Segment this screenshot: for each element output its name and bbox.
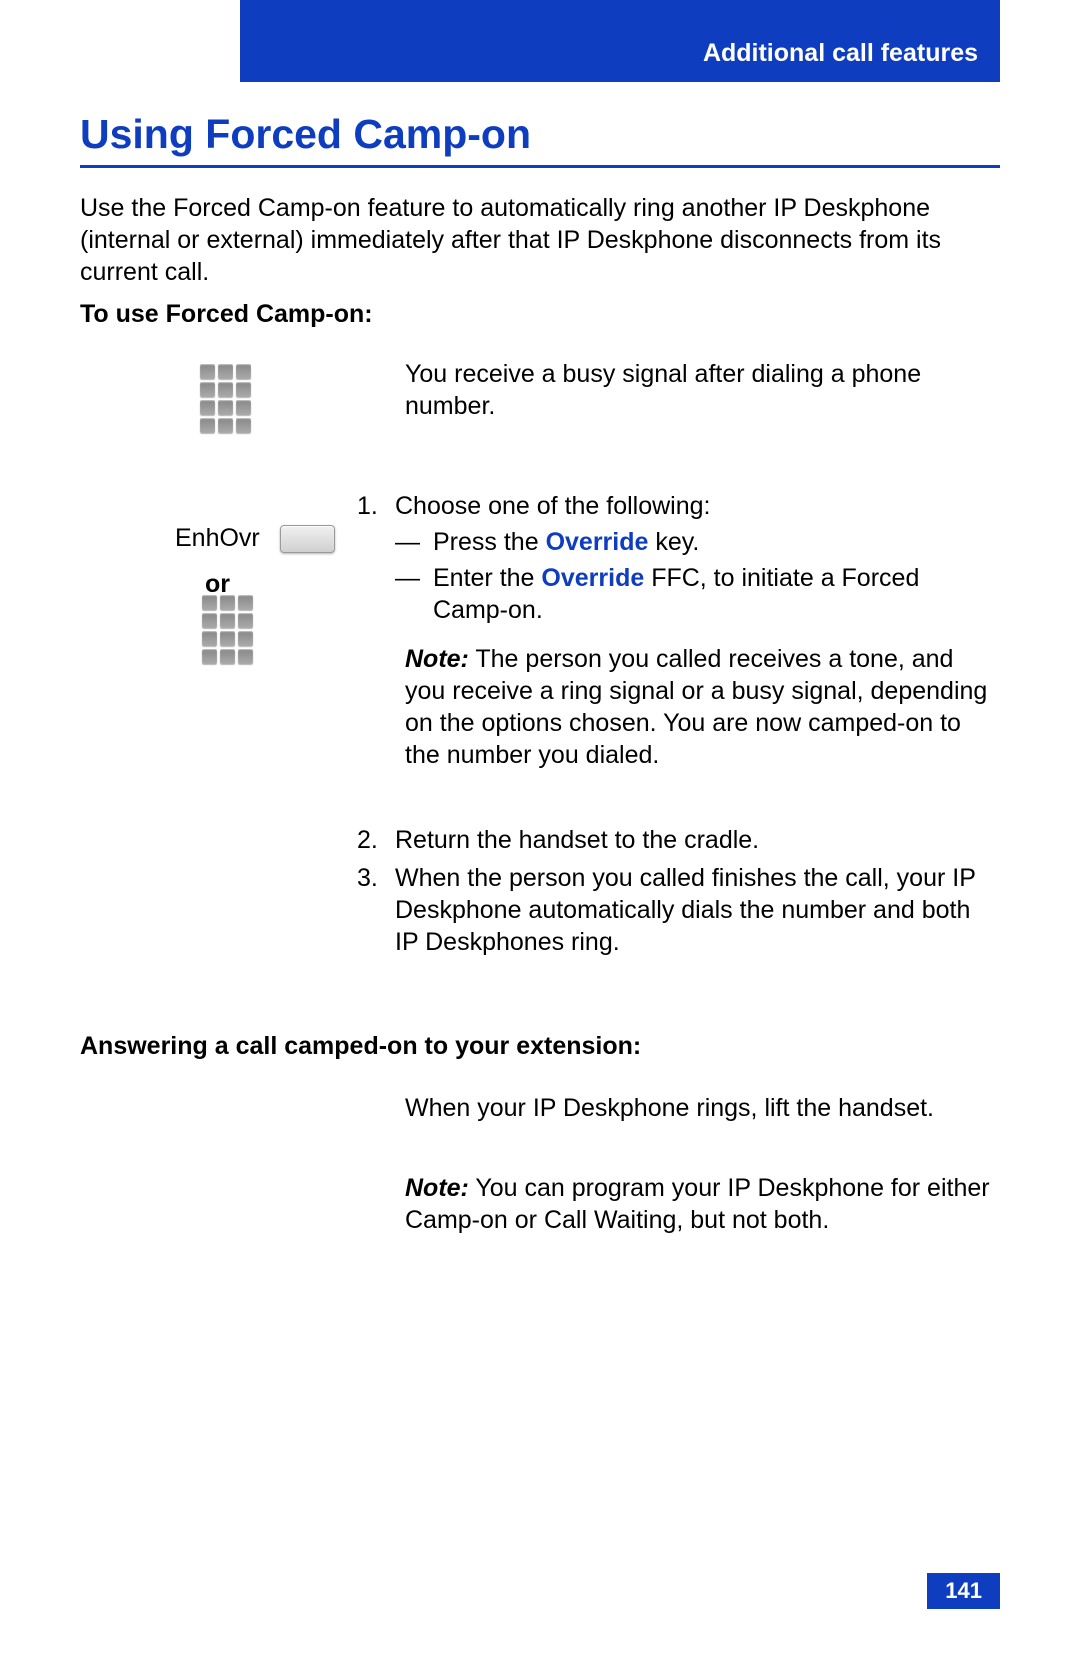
header-title: Additional call features: [703, 39, 978, 68]
step-1a-pre: Press the: [433, 528, 546, 556]
step-1-content: Choose one of the following: —Press the …: [395, 490, 985, 626]
step-1: 1. Choose one of the following: —Press t…: [357, 490, 995, 626]
keypad-icon: [202, 595, 254, 664]
step-3-text: When the person you called finishes the …: [395, 862, 985, 958]
step-number: 2.: [357, 824, 395, 856]
em-dash-bullet: —: [395, 526, 433, 558]
step-1b-pre: Enter the: [433, 564, 541, 592]
busy-signal-text: You receive a busy signal after dialing …: [405, 358, 995, 422]
page-number-badge: 141: [927, 1573, 1000, 1609]
override-key-label: Override: [546, 528, 649, 556]
note-label: Note:: [405, 1174, 469, 1202]
enhovr-label: EnhOvr: [175, 524, 260, 553]
subhead-answering: Answering a call camped-on to your exten…: [80, 1032, 641, 1061]
step-3: 3.When the person you called finishes th…: [357, 862, 995, 958]
subhead-to-use: To use Forced Camp-on:: [80, 300, 373, 329]
keypad-icon: [200, 364, 252, 433]
step-number: 3.: [357, 862, 395, 894]
note-2: Note: You can program your IP Deskphone …: [405, 1172, 995, 1236]
step-1a-post: key.: [648, 528, 699, 556]
override-ffc-label: Override: [541, 564, 644, 592]
step-2: 2.Return the handset to the cradle.: [357, 824, 995, 856]
answer-text: When your IP Deskphone rings, lift the h…: [405, 1092, 995, 1124]
step-2-text: Return the handset to the cradle.: [395, 824, 985, 856]
note-2-text: You can program your IP Deskphone for ei…: [405, 1174, 990, 1234]
main-title: Using Forced Camp-on: [80, 110, 1000, 168]
step-number: 1.: [357, 490, 395, 522]
note-1: Note: The person you called receives a t…: [405, 643, 995, 771]
header-band: Additional call features: [240, 0, 1000, 82]
softkey-button-icon: [280, 525, 335, 553]
note-label: Note:: [405, 645, 469, 673]
em-dash-bullet: —: [395, 562, 433, 594]
intro-paragraph: Use the Forced Camp-on feature to automa…: [80, 192, 990, 288]
step-1-lead: Choose one of the following:: [395, 492, 711, 520]
note-1-text: The person you called receives a tone, a…: [405, 645, 987, 769]
